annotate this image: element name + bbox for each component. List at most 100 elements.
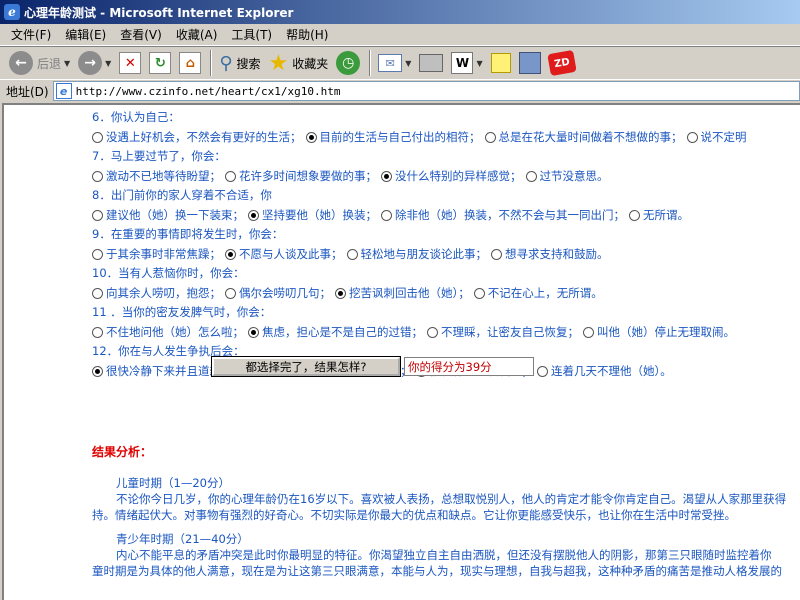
menu-favorites[interactable]: 收藏(A) — [169, 24, 225, 45]
option[interactable]: 不记在心上，无所谓。 — [473, 285, 603, 301]
option[interactable]: 不理睬，让密友自己恢复； — [427, 324, 579, 340]
discuss-button[interactable] — [488, 49, 514, 77]
radio-button[interactable] — [225, 248, 236, 260]
radio-button[interactable] — [92, 287, 103, 299]
back-button[interactable]: ← 后退 ▼ — [6, 49, 73, 77]
section-text: 内心不能平息的矛盾冲突是此时你最明显的特征。你渴望独立自主自由洒脱，但还没有摆脱… — [116, 548, 772, 562]
radio-button[interactable] — [583, 326, 594, 338]
option-label: 向其余人唠叨，抱怨； — [106, 286, 221, 300]
question-options: 激动不已地等待盼望； 花许多时间想象要做的事； 没什么特别的异样感觉； 过节没意… — [92, 167, 800, 185]
radio-button[interactable] — [92, 365, 103, 377]
radio-button[interactable] — [92, 326, 103, 338]
option[interactable]: 焦虑，担心是不是自己的过错； — [248, 324, 423, 340]
search-icon: ⚲ — [219, 52, 233, 74]
history-button[interactable]: ◷ — [333, 49, 363, 77]
print-button[interactable] — [416, 49, 446, 77]
radio-button[interactable] — [248, 326, 259, 338]
submit-row: 都选择完了，结果怎样? 你的得分为39分 — [212, 357, 534, 376]
chevron-down-icon[interactable]: ▼ — [405, 59, 411, 68]
back-label: 后退 — [37, 56, 62, 71]
radio-button[interactable] — [335, 287, 346, 299]
chevron-down-icon[interactable]: ▼ — [476, 59, 482, 68]
option[interactable]: 无所谓。 — [629, 207, 689, 223]
question-title: 8．出门前你的家人穿着不合适，你 — [92, 188, 272, 202]
option[interactable]: 想寻求支持和鼓励。 — [491, 246, 609, 262]
option-label: 挖苦讽刺回击他（她）； — [349, 286, 470, 300]
option[interactable]: 花许多时间想象要做的事； — [225, 168, 377, 184]
menu-view[interactable]: 查看(V) — [113, 24, 169, 45]
radio-button[interactable] — [381, 209, 392, 221]
radio-button[interactable] — [491, 248, 502, 260]
option[interactable]: 过节没意思。 — [525, 168, 609, 184]
submit-button[interactable]: 都选择完了，结果怎样? — [212, 357, 400, 376]
radio-button[interactable] — [92, 209, 103, 221]
radio-button[interactable] — [225, 287, 236, 299]
option[interactable]: 不住地问他（她）怎么啦； — [92, 324, 244, 340]
option[interactable]: 叫他（她）停止无理取闹。 — [583, 324, 735, 340]
question-options: 于其余事时非常焦躁； 不愿与人谈及此事； 轻松地与朋友谈论此事； 想寻求支持和鼓… — [92, 245, 800, 263]
radio-button[interactable] — [629, 209, 640, 221]
address-bar: 地址(D) e — [0, 80, 800, 102]
option[interactable]: 目前的生活与自己付出的相符； — [305, 129, 481, 145]
option[interactable]: 总是在花大量时间做着不想做的事； — [484, 129, 683, 145]
radio-button[interactable] — [381, 170, 392, 182]
radio-button[interactable] — [427, 326, 438, 338]
radio-button[interactable] — [537, 365, 548, 377]
menu-tools[interactable]: 工具(T) — [224, 24, 279, 45]
option[interactable]: 于其余事时非常焦躁； — [92, 246, 221, 262]
menu-help[interactable]: 帮助(H) — [279, 24, 335, 45]
research-button[interactable] — [516, 49, 544, 77]
option[interactable]: 除非他（她）换装，不然不会与其一同出门； — [381, 207, 625, 223]
address-field[interactable]: e — [52, 81, 800, 101]
menu-file[interactable]: 文件(F) — [4, 24, 58, 45]
option[interactable]: 轻松地与朋友谈论此事； — [346, 246, 487, 262]
radio-button[interactable] — [248, 209, 259, 221]
section-text: 不论你今日几岁，你的心理年龄仍在16岁以下。喜欢被人表扬，总想取悦别人，他人的肯… — [116, 492, 787, 506]
radio-button[interactable] — [92, 131, 103, 143]
stop-button[interactable]: ✕ — [116, 49, 144, 77]
radio-button[interactable] — [525, 170, 537, 182]
option-label: 不愿与人谈及此事； — [239, 247, 343, 261]
option[interactable]: 挖苦讽刺回击他（她）； — [335, 285, 470, 301]
radio-button[interactable] — [346, 248, 358, 260]
option[interactable]: 偶尔会唠叨几句； — [225, 285, 331, 301]
option[interactable]: 说不定明 — [686, 129, 747, 145]
chevron-down-icon[interactable]: ▼ — [64, 59, 70, 68]
question-title: 10．当有人惹恼你时，你会： — [92, 266, 245, 280]
option[interactable]: 没什么特别的异样感觉； — [381, 168, 522, 184]
option[interactable]: 坚持要他（她）换装； — [248, 207, 377, 223]
edit-button[interactable]: W ▼ — [448, 49, 485, 77]
search-button[interactable]: ⚲ 搜索 — [216, 49, 263, 77]
address-label: 地址(D) — [6, 84, 49, 99]
research-icon — [518, 52, 541, 74]
option-label: 说不定明 — [700, 130, 747, 144]
refresh-button[interactable]: ↻ — [146, 49, 174, 77]
radio-button[interactable] — [92, 170, 103, 182]
menu-edit[interactable]: 编辑(E) — [58, 24, 113, 45]
option[interactable]: 没遇上好机会，不然会有更好的生活； — [92, 129, 302, 145]
radio-button[interactable] — [473, 287, 485, 299]
page-content[interactable]: 6．你认为自己： 没遇上好机会，不然会有更好的生活； 目前的生活与自己付出的相符… — [2, 103, 800, 600]
option[interactable]: 连着几天不理他（她）。 — [537, 363, 672, 379]
home-button[interactable]: ⌂ — [176, 49, 204, 77]
note-icon — [490, 53, 511, 73]
radio-button[interactable] — [225, 170, 236, 182]
address-input[interactable] — [75, 84, 776, 98]
section-text: 持。情绪起伏大。对事物有强烈的好奇心。不切实际是你最大的优点和缺点。它让你更能感… — [92, 508, 736, 522]
radio-button[interactable] — [484, 131, 496, 143]
chevron-down-icon[interactable]: ▼ — [105, 59, 111, 68]
mail-button[interactable]: ✉ ▼ — [375, 49, 414, 77]
forward-button[interactable]: → ▼ — [75, 49, 114, 77]
option-label: 目前的生活与自己付出的相符； — [319, 130, 481, 144]
zd-button[interactable]: ZD — [546, 49, 578, 77]
option[interactable]: 激动不已地等待盼望； — [92, 168, 221, 184]
option[interactable]: 向其余人唠叨，抱怨； — [92, 285, 221, 301]
window-title: 心理年龄测试 - Microsoft Internet Explorer — [24, 5, 294, 20]
option[interactable]: 建议他（她）换一下装束； — [92, 207, 244, 223]
radio-button[interactable] — [686, 131, 698, 143]
radio-button[interactable] — [305, 131, 317, 143]
option[interactable]: 不愿与人谈及此事； — [225, 246, 343, 262]
radio-button[interactable] — [92, 248, 103, 260]
favorites-button[interactable]: ★ 收藏夹 — [266, 49, 332, 77]
option-label: 偶尔会唠叨几句； — [239, 286, 331, 300]
